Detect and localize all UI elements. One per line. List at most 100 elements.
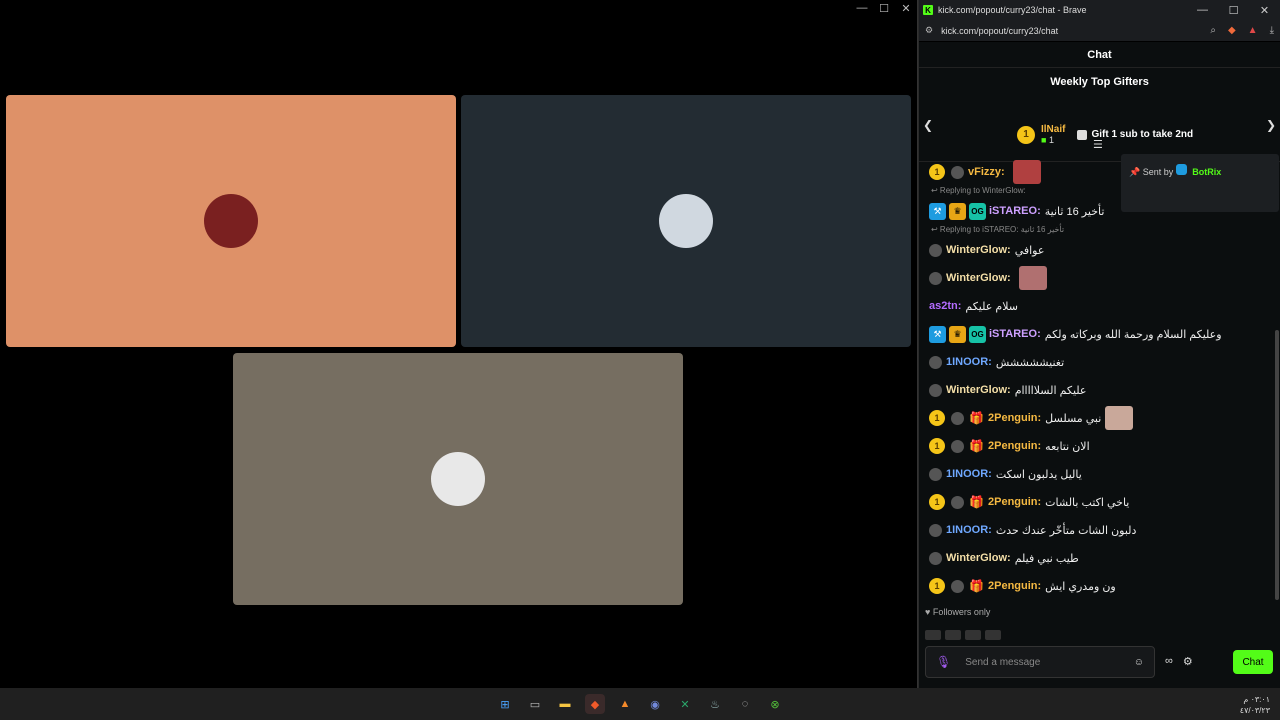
chat-message[interactable]: 1INOOR: دلبون الشات متأخّر عندك حدث	[929, 516, 1269, 544]
call-window: — ☐ ✕	[0, 0, 918, 688]
chat-message[interactable]: WinterGlow: عليكم السلااااام	[929, 376, 1269, 404]
chat-username[interactable]: WinterGlow:	[946, 272, 1011, 284]
gift-sub-icon	[1077, 129, 1088, 140]
chat-message[interactable]: WinterGlow: طيب نبي فيلم	[929, 544, 1269, 572]
task-view-icon[interactable]: ▭	[525, 694, 545, 714]
file-explorer-icon[interactable]: ▬	[555, 694, 575, 714]
chat-text: تأخير 16 ثانية	[1044, 205, 1105, 218]
chat-username[interactable]: 1INOOR:	[946, 468, 992, 480]
chat-message[interactable]: 1INOOR: ياليل يدلبون اسكت	[929, 460, 1269, 488]
chat-composer[interactable]: 🎙 Send a message ☺	[925, 646, 1155, 678]
chat-username[interactable]: iSTAREO:	[989, 328, 1041, 340]
maximize-icon[interactable]: ☐	[873, 0, 895, 16]
discord-icon[interactable]: ◉	[645, 694, 665, 714]
chat-username[interactable]: 2Penguin:	[988, 412, 1041, 424]
chat-text: دلبون الشات متأخّر عندك حدث	[995, 524, 1137, 537]
system-clock[interactable]: ٠٣:٠١ م ٤٧/٠٣/٢٣	[1240, 694, 1270, 716]
user-badge-icon	[929, 271, 942, 285]
chat-message[interactable]: as2tn: سلام عليكم	[929, 292, 1269, 320]
participant-tile-2[interactable]	[461, 95, 911, 347]
chat-text: ون ومدري ايش	[1045, 580, 1116, 593]
brave-icon[interactable]: ◆	[585, 694, 605, 714]
steam-icon[interactable]: ♨	[705, 694, 725, 714]
chat-username[interactable]: as2tn:	[929, 300, 961, 312]
settings-icon[interactable]: ⚙	[1183, 655, 1193, 668]
site-settings-icon[interactable]: ⚙	[925, 25, 933, 36]
chat-username[interactable]: iSTAREO:	[989, 205, 1041, 217]
close-icon[interactable]: ✕	[895, 0, 917, 16]
heart-icon: ♥	[925, 607, 931, 617]
chat-message[interactable]: 1 🎁 2Penguin: ياخي اكتب بالشات	[929, 488, 1269, 516]
url-text[interactable]: kick.com/popout/curry23/chat	[941, 26, 1058, 36]
gift-badge-icon: 🎁	[969, 579, 984, 593]
followers-only-notice: ♥ Followers only	[925, 607, 991, 617]
chat-message[interactable]: ⚒ ♛ OG iSTAREO: وعليكم السلام ورحمة الله وبر…	[929, 320, 1269, 348]
chat-username[interactable]: 1INOOR:	[946, 356, 992, 368]
chat-message[interactable]: WinterGlow: عوافي	[929, 236, 1269, 264]
message-input[interactable]: Send a message	[965, 657, 1040, 668]
chat-username[interactable]: 2Penguin:	[988, 580, 1041, 592]
excel-icon[interactable]: ✕	[675, 694, 695, 714]
maximize-icon[interactable]: ☐	[1218, 4, 1249, 17]
og-badge-icon: OG	[969, 202, 986, 220]
close-icon[interactable]: ✕	[1249, 4, 1280, 17]
crown-badge-icon: ♛	[949, 202, 966, 220]
participant-tile-3[interactable]	[233, 353, 683, 605]
app-circle-icon[interactable]: ◌	[735, 694, 755, 714]
download-icon[interactable]: ⤓	[1270, 25, 1274, 36]
chat-username[interactable]: WinterGlow:	[946, 244, 1011, 256]
microphone-icon[interactable]: 🎙	[936, 655, 951, 669]
start-icon[interactable]: ⊞	[495, 694, 515, 714]
browser-titlebar: K kick.com/popout/curry23/chat - Brave —…	[919, 0, 1280, 20]
chevron-right-icon[interactable]: ❯	[1266, 118, 1276, 132]
chat-message[interactable]: 1 🎁 2Penguin: نبي مسلسل	[929, 404, 1269, 432]
user-badge-icon	[929, 467, 942, 481]
moderator-badge-icon: ⚒	[929, 202, 946, 220]
top-gifters-title: Weekly Top Gifters	[1050, 76, 1149, 88]
minimize-icon[interactable]: —	[851, 0, 873, 16]
brave-rewards-icon[interactable]: ▲	[1248, 25, 1258, 36]
gifter-rank-icon: 1	[929, 578, 945, 594]
kick-logo-icon: K	[923, 5, 933, 15]
chat-text: ياليل يدلبون اسكت	[995, 468, 1082, 481]
chat-text: عليكم السلااااام	[1014, 384, 1087, 397]
xbox-icon[interactable]: ⊗	[765, 694, 785, 714]
crown-badge-icon: ♛	[949, 325, 966, 343]
user-badge-icon	[929, 355, 942, 369]
call-window-controls: — ☐ ✕	[851, 0, 917, 16]
chat-message[interactable]: 1INOOR: تغنيششششش	[929, 348, 1269, 376]
chat-message[interactable]: 1 🎁 2Penguin: ون ومدري ايش	[929, 572, 1269, 600]
emoji-icon[interactable]: ☺	[1134, 657, 1144, 668]
chat-scrollbar[interactable]	[1275, 330, 1279, 600]
chat-message[interactable]: WinterGlow:	[929, 264, 1269, 292]
participant-avatar	[659, 194, 713, 248]
participant-tile-1[interactable]	[6, 95, 456, 347]
chat-username[interactable]: 1INOOR:	[946, 524, 992, 536]
chat-message[interactable]: 1 🎁 2Penguin: الان نتابعه	[929, 432, 1269, 460]
address-bar[interactable]: ⚙ kick.com/popout/curry23/chat ⌕ ◆ ▲ ⤓	[919, 20, 1280, 42]
chat-message[interactable]: ⚒ ♛ OG iSTAREO: تأخير 16 ثانية	[929, 197, 1269, 225]
chat-text: عوافي	[1014, 244, 1045, 257]
chat-username[interactable]: 2Penguin:	[988, 440, 1041, 452]
app-a-icon[interactable]: ▲	[615, 694, 635, 714]
chat-username[interactable]: WinterGlow:	[946, 552, 1011, 564]
brave-shield-icon[interactable]: ◆	[1228, 25, 1236, 36]
reply-context[interactable]: ↩ Replying to iSTAREO: تأخير 16 ثانية	[931, 225, 1269, 236]
gift-icon: ■	[1041, 135, 1049, 145]
channel-points-icon[interactable]: ∞	[1165, 655, 1173, 668]
gift-badge-icon: 🎁	[969, 495, 984, 509]
chevron-left-icon[interactable]: ❮	[923, 118, 933, 132]
top-gifter-row[interactable]: 1 IlNaif ■ 1 Gift 1 sub to take 2nd	[1017, 124, 1193, 145]
send-chat-button[interactable]: Chat	[1233, 650, 1273, 674]
emote-image	[1012, 160, 1041, 184]
chat-username[interactable]: 2Penguin:	[988, 496, 1041, 508]
reply-context[interactable]: ↩ Replying to WinterGlow:	[931, 186, 1269, 197]
chat-username[interactable]: WinterGlow:	[946, 384, 1011, 396]
chat-message[interactable]: 1 vFizzy:	[929, 158, 1269, 186]
filter-icon[interactable]: ☰	[1093, 138, 1103, 151]
chat-username[interactable]: vFizzy:	[968, 166, 1005, 178]
moderator-badge-icon: ⚒	[929, 325, 946, 343]
zoom-icon[interactable]: ⌕	[1210, 25, 1216, 36]
emote-strip[interactable]	[925, 630, 1001, 640]
minimize-icon[interactable]: —	[1187, 4, 1218, 17]
